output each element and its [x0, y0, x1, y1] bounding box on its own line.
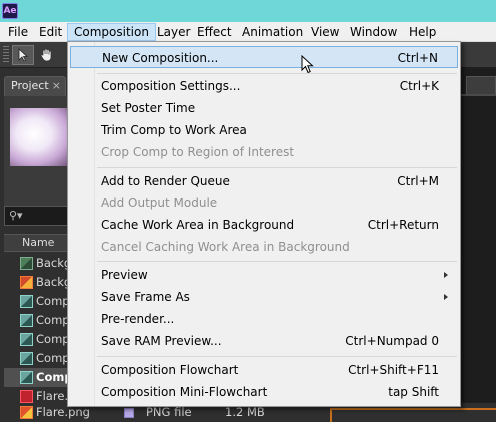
menu-item-label: Composition Flowchart [101, 363, 239, 377]
menu-effect[interactable]: Effect [191, 23, 238, 41]
column-header-name[interactable]: Name [4, 234, 70, 252]
menu-composition[interactable]: Composition [67, 23, 156, 41]
menu-separator [97, 356, 457, 357]
composition-icon [20, 371, 33, 384]
menu-separator [97, 167, 457, 168]
viewer-tab-strip [460, 94, 496, 96]
menu-edit[interactable]: Edit [33, 23, 68, 41]
selection-arrow-icon[interactable] [12, 45, 34, 65]
menu-item-label: Cancel Caching Work Area in Background [101, 240, 350, 254]
menu-item-shortcut: Ctrl+Shift+F11 [348, 363, 439, 377]
menu-item-label: Add to Render Queue [101, 174, 230, 188]
menu-item-composition-settings[interactable]: Composition Settings... Ctrl+K [70, 75, 458, 97]
timeline-work-area [330, 408, 496, 422]
menu-item-label: Crop Comp to Region of Interest [101, 145, 295, 159]
menu-item-preview[interactable]: Preview [70, 264, 458, 286]
menu-item-label: Preview [101, 268, 148, 282]
file-name: Flare. [36, 389, 69, 403]
menu-item-add-output-module: Add Output Module [70, 192, 458, 214]
file-name: Comp [36, 332, 70, 346]
toolbar-grip[interactable] [3, 46, 9, 64]
file-name: Comp [36, 370, 70, 384]
file-name: Backg [36, 275, 70, 289]
menu-item-trim-comp[interactable]: Trim Comp to Work Area [70, 119, 458, 141]
menu-item-label: Trim Comp to Work Area [101, 123, 247, 137]
composition-icon [20, 257, 33, 270]
menu-bar: File Edit Composition Layer Effect Anima… [0, 22, 496, 42]
menu-separator [97, 73, 457, 74]
close-icon[interactable]: × [52, 77, 61, 95]
file-name: Backg [36, 256, 70, 270]
solid-icon [20, 390, 33, 403]
menu-item-label: Save RAM Preview... [101, 334, 222, 348]
menu-item-label: Add Output Module [101, 196, 218, 210]
list-item[interactable]: Backg [4, 254, 70, 273]
menu-item-shortcut: Ctrl+M [397, 174, 439, 188]
search-icon[interactable]: ⚲▾ [9, 209, 23, 222]
menu-item-label: New Composition... [102, 51, 219, 65]
menu-item-save-ram-preview[interactable]: Save RAM Preview... Ctrl+Numpad 0 [70, 330, 458, 352]
list-item[interactable]: Comp [4, 330, 70, 349]
menu-item-crop-comp: Crop Comp to Region of Interest [70, 141, 458, 163]
menu-item-shortcut: Ctrl+N [397, 51, 438, 65]
menu-item-composition-mini-flowchart[interactable]: Composition Mini-Flowchart tap Shift [70, 381, 458, 403]
menu-item-shortcut: tap Shift [388, 385, 439, 399]
menu-layer[interactable]: Layer [151, 23, 196, 41]
title-bar: Ae [0, 0, 496, 22]
menu-item-shortcut: Ctrl+K [399, 79, 439, 93]
list-item[interactable]: Backg [4, 273, 70, 292]
after-effects-app-icon[interactable]: Ae [2, 3, 18, 19]
menu-item-label: Set Poster Time [101, 101, 196, 115]
mouse-cursor-icon [301, 55, 314, 74]
menu-item-shortcut: Ctrl+Numpad 0 [345, 334, 439, 348]
viewer-tab[interactable] [466, 76, 496, 94]
composition-menu: New Composition... Ctrl+N Composition Se… [67, 41, 461, 407]
preview-thumbnail [10, 108, 70, 166]
menu-item-new-composition[interactable]: New Composition... Ctrl+N [70, 46, 458, 68]
menu-animation[interactable]: Animation [236, 23, 309, 41]
project-preview [4, 96, 70, 216]
menu-item-set-poster-time[interactable]: Set Poster Time [70, 97, 458, 119]
tab-project[interactable]: Project × [4, 76, 66, 96]
composition-viewer-area [460, 68, 496, 422]
menu-item-pre-render[interactable]: Pre-render... [70, 308, 458, 330]
menu-item-cache-work-area[interactable]: Cache Work Area in Background Ctrl+Retur… [70, 214, 458, 236]
menu-window[interactable]: Window [344, 23, 403, 41]
menu-item-save-frame-as[interactable]: Save Frame As [70, 286, 458, 308]
list-item[interactable]: Comp [4, 311, 70, 330]
menu-help[interactable]: Help [403, 23, 442, 41]
image-file-icon [20, 406, 33, 419]
composition-icon [20, 295, 33, 308]
hand-icon[interactable] [36, 45, 58, 65]
composition-icon [20, 314, 33, 327]
menu-item-label: Cache Work Area in Background [101, 218, 295, 232]
file-name: Comp [36, 294, 70, 308]
menu-item-add-to-render-queue[interactable]: Add to Render Queue Ctrl+M [70, 170, 458, 192]
submenu-arrow-icon [444, 272, 448, 278]
menu-item-shortcut: Ctrl+Return [367, 218, 439, 232]
menu-separator [97, 261, 457, 262]
menu-item-label: Save Frame As [101, 290, 190, 304]
menu-item-composition-flowchart[interactable]: Composition Flowchart Ctrl+Shift+F11 [70, 359, 458, 381]
menu-file[interactable]: File [2, 23, 34, 41]
file-name: Comp [36, 351, 70, 365]
list-item-selected[interactable]: Comp [4, 368, 70, 387]
composition-icon [20, 333, 33, 346]
file-name: Comp [36, 313, 70, 327]
composition-icon [20, 352, 33, 365]
list-item[interactable]: Comp [4, 349, 70, 368]
label-color-chip[interactable] [124, 408, 134, 418]
project-tab-label: Project [11, 79, 49, 92]
list-item[interactable]: Comp [4, 292, 70, 311]
menu-item-label: Composition Settings... [101, 79, 241, 93]
search-input[interactable]: ⚲▾ [4, 206, 70, 226]
submenu-arrow-icon [444, 294, 448, 300]
menu-item-label: Pre-render... [101, 312, 175, 326]
image-file-icon [20, 276, 33, 289]
menu-view[interactable]: View [305, 23, 345, 41]
menu-item-label: Composition Mini-Flowchart [101, 385, 268, 399]
menu-item-cancel-caching: Cancel Caching Work Area in Background [70, 236, 458, 258]
